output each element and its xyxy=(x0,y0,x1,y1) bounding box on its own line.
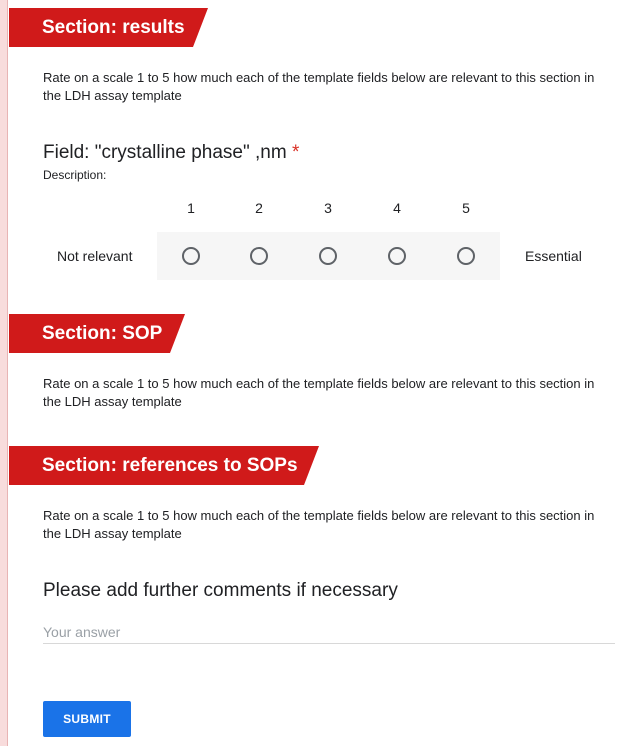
scale-number-3: 3 xyxy=(324,200,332,216)
comments-question-title: Please add further comments if necessary xyxy=(43,580,398,601)
field-title: Field: "crystalline phase" ,nm * xyxy=(43,142,299,164)
scale-number-4: 4 xyxy=(393,200,401,216)
scale-high-label: Essential xyxy=(525,248,582,264)
scale-radio-2[interactable] xyxy=(250,247,268,265)
comments-answer-input[interactable] xyxy=(43,620,615,644)
scale-number-5: 5 xyxy=(462,200,470,216)
section-header-results: Section: results xyxy=(9,8,208,47)
field-description-label: Description: xyxy=(43,168,107,182)
form-left-accent-bar xyxy=(0,0,8,746)
scale-radio-5[interactable] xyxy=(457,247,475,265)
scale-low-label: Not relevant xyxy=(57,248,133,264)
field-title-text: Field: "crystalline phase" ,nm xyxy=(43,142,287,163)
required-asterisk: * xyxy=(291,142,300,163)
scale-radio-4[interactable] xyxy=(388,247,406,265)
scale-radio-1[interactable] xyxy=(182,247,200,265)
submit-button[interactable]: SUBMIT xyxy=(43,701,131,737)
scale-number-1: 1 xyxy=(187,200,195,216)
section-description-sop: Rate on a scale 1 to 5 how much each of … xyxy=(43,376,595,409)
section-description-references-to-sops: Rate on a scale 1 to 5 how much each of … xyxy=(43,508,595,541)
section-description-results: Rate on a scale 1 to 5 how much each of … xyxy=(43,70,595,103)
section-title-references-to-sops: Section: references to SOPs xyxy=(42,454,298,476)
scale-number-2: 2 xyxy=(255,200,263,216)
section-title-results: Section: results xyxy=(42,16,185,38)
scale-radio-3[interactable] xyxy=(319,247,337,265)
section-title-sop: Section: SOP xyxy=(42,322,163,344)
section-header-sop: Section: SOP xyxy=(9,314,185,353)
section-header-references-to-sops: Section: references to SOPs xyxy=(9,446,319,485)
